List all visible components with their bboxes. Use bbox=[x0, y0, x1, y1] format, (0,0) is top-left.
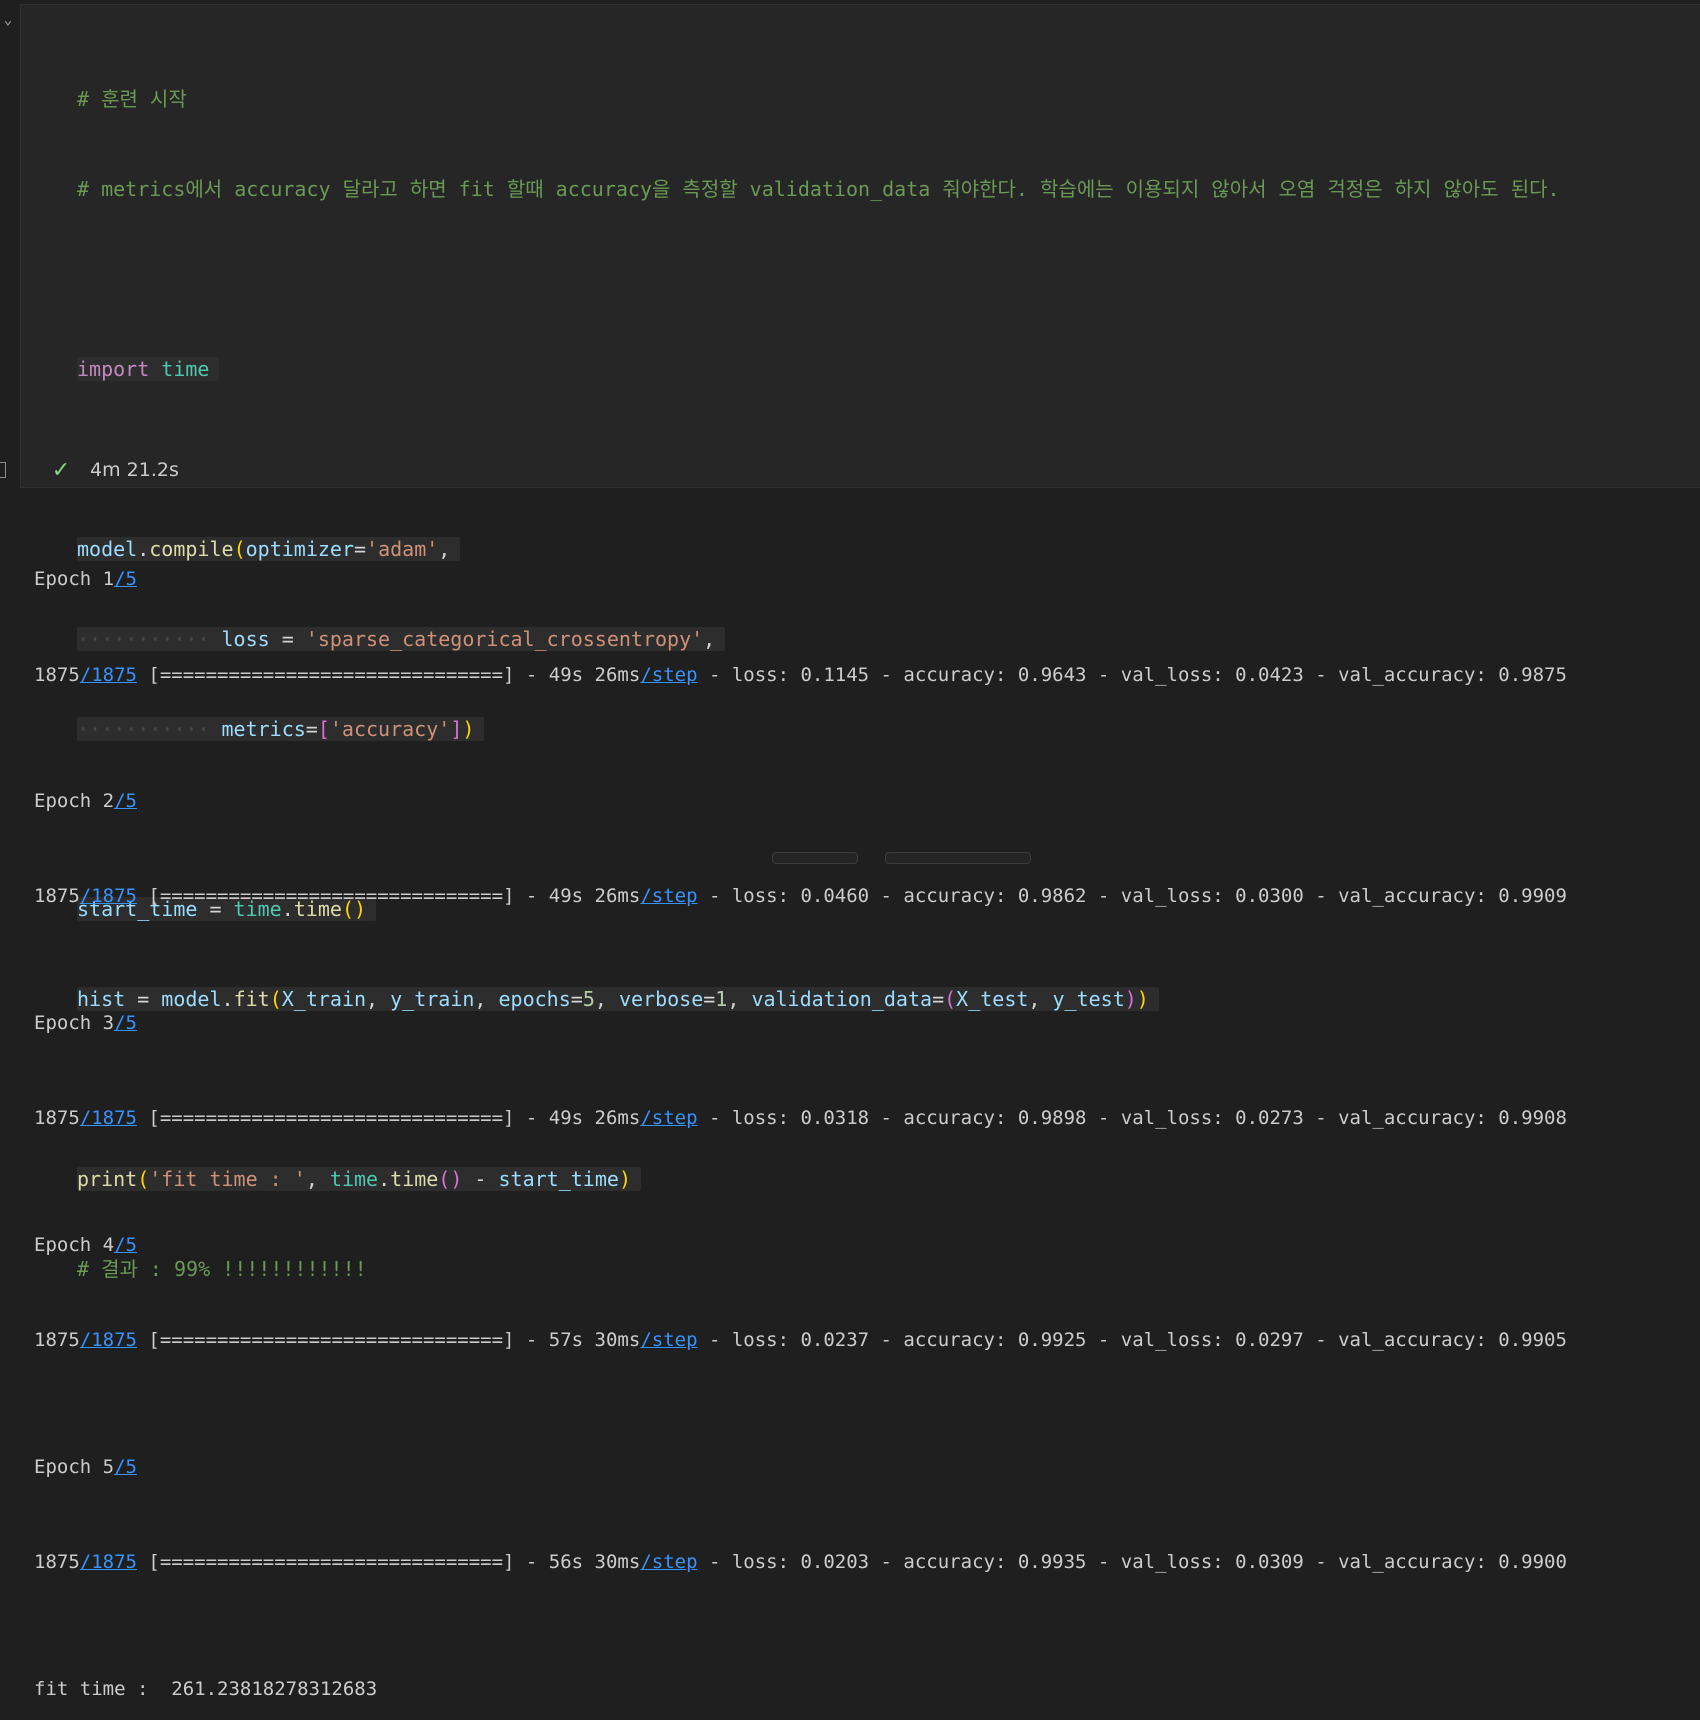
epoch-time: - 49s 26ms bbox=[525, 1107, 641, 1130]
epoch-progress: 1875/1875 [=============================… bbox=[34, 660, 1567, 692]
step-link[interactable]: /step bbox=[640, 1329, 697, 1351]
progress-bar: [==============================] bbox=[148, 1551, 515, 1574]
epoch-progress: 1875/1875 [=============================… bbox=[34, 881, 1567, 913]
output-action-button[interactable] bbox=[772, 852, 858, 864]
epoch-progress: 1875/1875 [=============================… bbox=[34, 1547, 1567, 1579]
progress-bar: [==============================] bbox=[148, 885, 515, 908]
step-link[interactable]: /step bbox=[640, 1107, 697, 1129]
epoch-total-link[interactable]: /5 bbox=[114, 568, 137, 590]
epoch-header: Epoch 4/5 bbox=[34, 1230, 1567, 1262]
execution-status: ✓ 4m 21.2s bbox=[48, 455, 179, 485]
epoch-time: - 49s 26ms bbox=[525, 885, 641, 908]
steps-total-link[interactable]: /1875 bbox=[80, 1551, 137, 1573]
steps-total-link[interactable]: /1875 bbox=[80, 664, 137, 686]
import-module: time bbox=[161, 357, 210, 381]
epoch-metrics: - loss: 0.1145 - accuracy: 0.9643 - val_… bbox=[708, 663, 1567, 686]
check-icon: ✓ bbox=[51, 457, 71, 483]
steps: 1875 bbox=[34, 1551, 80, 1574]
epoch-header: Epoch 2/5 bbox=[34, 786, 1567, 818]
cell-output[interactable]: Epoch 1/5 1875/1875 [===================… bbox=[34, 501, 1567, 1720]
steps-total-link[interactable]: /1875 bbox=[80, 1107, 137, 1129]
step-link[interactable]: /step bbox=[640, 885, 697, 907]
code-line: # metrics에서 accuracy 달라고 하면 fit 할때 accur… bbox=[77, 174, 1560, 204]
steps: 1875 bbox=[34, 885, 80, 908]
code-line: # 훈련 시작 bbox=[77, 84, 1560, 114]
epoch-total-link[interactable]: /5 bbox=[114, 790, 137, 812]
step-link[interactable]: /step bbox=[640, 1551, 697, 1573]
epoch-label: Epoch 2 bbox=[34, 790, 115, 813]
steps: 1875 bbox=[34, 1107, 80, 1130]
output-action-button[interactable] bbox=[885, 852, 1031, 864]
epoch-label: Epoch 3 bbox=[34, 1012, 115, 1035]
comment-line-2: # metrics에서 accuracy 달라고 하면 fit 할때 accur… bbox=[77, 177, 1560, 201]
fit-time-line: fit time : 261.23818278312683 bbox=[34, 1674, 1567, 1706]
fit-time-label: fit time : bbox=[34, 1677, 172, 1700]
epoch-progress: 1875/1875 [=============================… bbox=[34, 1325, 1567, 1357]
steps: 1875 bbox=[34, 663, 80, 686]
steps-total-link[interactable]: /1875 bbox=[80, 885, 137, 907]
epoch-metrics: - loss: 0.0203 - accuracy: 0.9935 - val_… bbox=[708, 1551, 1567, 1574]
epoch-header: Epoch 3/5 bbox=[34, 1008, 1567, 1040]
epoch-progress: 1875/1875 [=============================… bbox=[34, 1103, 1567, 1135]
epoch-time: - 57s 30ms bbox=[525, 1329, 641, 1352]
steps: 1875 bbox=[34, 1329, 80, 1352]
epoch-metrics: - loss: 0.0237 - accuracy: 0.9925 - val_… bbox=[708, 1329, 1567, 1352]
epoch-label: Epoch 5 bbox=[34, 1455, 115, 1478]
epoch-metrics: - loss: 0.0318 - accuracy: 0.9898 - val_… bbox=[708, 1107, 1567, 1130]
step-link[interactable]: /step bbox=[640, 664, 697, 686]
collapse-chevron-icon[interactable]: ⌄ bbox=[0, 12, 16, 28]
fit-time-value: 261.23818278312683 bbox=[171, 1677, 378, 1700]
execution-duration: 4m 21.2s bbox=[90, 459, 179, 481]
epoch-total-link[interactable]: /5 bbox=[114, 1456, 137, 1478]
epoch-label: Epoch 1 bbox=[34, 568, 115, 591]
import-keyword: import bbox=[77, 357, 150, 381]
progress-bar: [==============================] bbox=[148, 1329, 515, 1352]
steps-total-link[interactable]: /1875 bbox=[80, 1329, 137, 1351]
epoch-header: Epoch 1/5 bbox=[34, 564, 1567, 596]
comment-line-1: # 훈련 시작 bbox=[77, 87, 187, 111]
cell-execution-bracket bbox=[0, 462, 6, 478]
progress-bar: [==============================] bbox=[148, 663, 515, 686]
epoch-total-link[interactable]: /5 bbox=[114, 1012, 137, 1034]
progress-bar: [==============================] bbox=[148, 1107, 515, 1130]
epoch-label: Epoch 4 bbox=[34, 1234, 115, 1257]
epoch-header: Epoch 5/5 bbox=[34, 1452, 1567, 1484]
code-line: import time bbox=[77, 354, 1560, 384]
epoch-total-link[interactable]: /5 bbox=[114, 1234, 137, 1256]
epoch-metrics: - loss: 0.0460 - accuracy: 0.9862 - val_… bbox=[708, 885, 1567, 908]
epoch-time: - 56s 30ms bbox=[525, 1551, 641, 1574]
epoch-time: - 49s 26ms bbox=[525, 663, 641, 686]
